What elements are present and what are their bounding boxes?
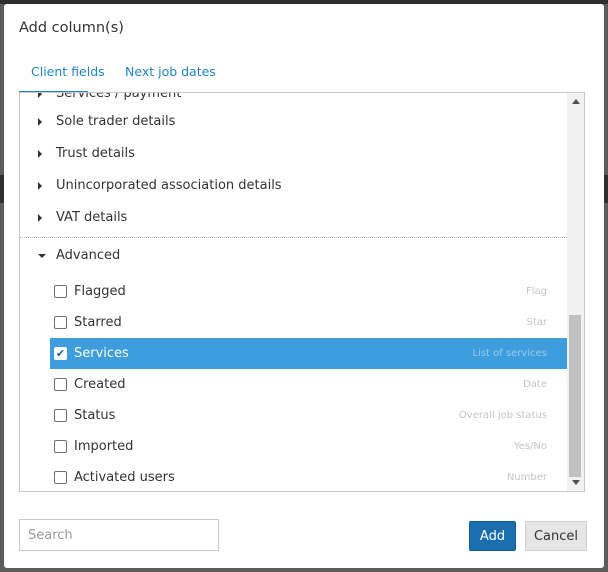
group-advanced[interactable]: Advanced <box>20 240 567 271</box>
item-label: Services <box>74 346 129 361</box>
group-trust-details[interactable]: Trust details <box>20 138 567 169</box>
tab-next-job-dates[interactable]: Next job dates <box>125 64 216 87</box>
checkbox[interactable] <box>54 440 67 453</box>
item-type: List of services <box>472 348 547 359</box>
list-scrollbar[interactable] <box>567 93 584 491</box>
group-label: Unincorporated association details <box>56 178 282 193</box>
item-label: Starred <box>74 315 122 330</box>
tab-client-fields[interactable]: Client fields <box>31 64 105 87</box>
group-label: Sole trader details <box>56 114 176 129</box>
list-item-created[interactable]: Created Date <box>20 369 567 400</box>
caret-right-icon <box>38 93 42 98</box>
group-label: Trust details <box>56 146 135 161</box>
item-type: Yes/No <box>513 441 547 452</box>
item-label: Flagged <box>74 284 126 299</box>
group-separator <box>20 237 567 238</box>
group-label: Services / payment <box>56 92 182 101</box>
group-sole-trader-details[interactable]: Sole trader details <box>20 106 567 137</box>
item-type: Overall job status <box>458 410 547 421</box>
item-label: Created <box>74 377 126 392</box>
cancel-button[interactable]: Cancel <box>525 521 587 551</box>
caret-right-icon <box>38 181 42 190</box>
caret-right-icon <box>38 149 42 158</box>
checkbox[interactable] <box>54 409 67 422</box>
group-vat-details[interactable]: VAT details <box>20 202 567 233</box>
list-item-flagged[interactable]: Flagged Flag <box>20 276 567 307</box>
item-label: Status <box>74 408 116 423</box>
checkbox[interactable] <box>54 378 67 391</box>
add-columns-dialog: Add column(s) Client fields Next job dat… <box>4 4 604 568</box>
item-type: Star <box>526 317 547 328</box>
search-input[interactable] <box>19 519 219 551</box>
caret-right-icon <box>38 117 42 126</box>
caret-right-icon <box>38 213 42 222</box>
column-list[interactable]: Services / payment Sole trader details T… <box>19 92 585 492</box>
item-type: Number <box>506 472 547 483</box>
add-button[interactable]: Add <box>469 521 516 551</box>
list-item-services[interactable]: ✔ Services List of services <box>50 338 567 369</box>
checkbox-checked[interactable]: ✔ <box>54 347 67 360</box>
dialog-title: Add column(s) <box>19 20 124 36</box>
item-type: Date <box>523 379 547 390</box>
list-item-status[interactable]: Status Overall job status <box>20 400 567 431</box>
caret-down-icon <box>38 253 46 258</box>
group-label: VAT details <box>56 210 128 225</box>
list-item-imported[interactable]: Imported Yes/No <box>20 431 567 462</box>
group-unincorporated-association-details[interactable]: Unincorporated association details <box>20 170 567 201</box>
item-label: Imported <box>74 439 134 454</box>
list-item-activated-users[interactable]: Activated users Number <box>20 462 567 491</box>
list-item-starred[interactable]: Starred Star <box>20 307 567 338</box>
scroll-up-arrow-icon[interactable] <box>572 99 580 104</box>
checkbox[interactable] <box>54 285 67 298</box>
scroll-thumb[interactable] <box>569 315 581 477</box>
item-type: Flag <box>525 286 547 297</box>
checkbox[interactable] <box>54 316 67 329</box>
group-label: Advanced <box>56 248 121 263</box>
scroll-down-arrow-icon[interactable] <box>572 480 580 485</box>
item-label: Activated users <box>74 470 175 485</box>
checkbox[interactable] <box>54 471 67 484</box>
